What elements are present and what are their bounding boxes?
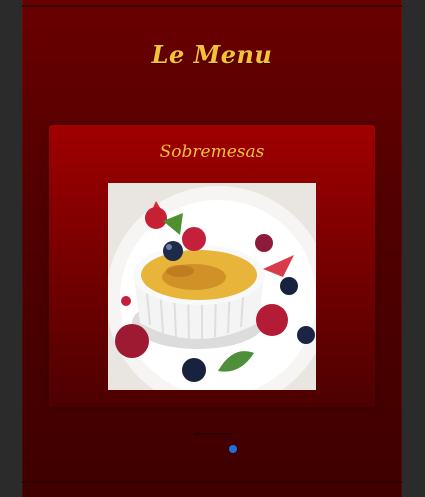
menu-category-card[interactable]: Sobremesas [49,125,375,407]
menu-page: Le Menu Sobremesas [22,0,402,497]
card-title: Sobremesas [159,142,265,162]
page-title: Le Menu [151,40,273,69]
bottom-divider [22,481,402,483]
dessert-image [108,183,316,390]
top-divider [22,5,402,7]
carousel-divider [194,433,232,435]
carousel-dot-active[interactable] [229,445,237,453]
